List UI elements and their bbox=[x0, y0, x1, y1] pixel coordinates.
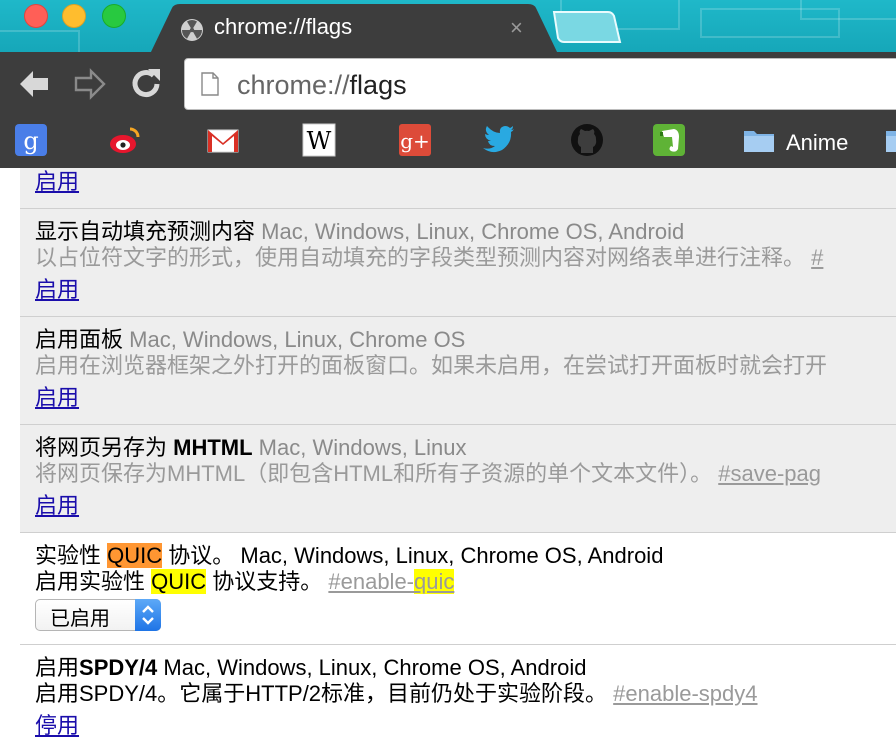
twitter-icon[interactable] bbox=[480, 123, 514, 157]
tab-title: chrome://flags bbox=[214, 14, 353, 39]
experiment-platforms: Mac, Windows, Linux, Chrome OS bbox=[129, 327, 466, 352]
gmail-icon[interactable] bbox=[206, 123, 240, 157]
tab-chrome-flags[interactable]: chrome://flags × bbox=[150, 4, 558, 52]
bookmarks-bar: g W g+ Anime bbox=[0, 118, 896, 168]
radiation-icon bbox=[180, 18, 204, 42]
forward-arrow-icon[interactable] bbox=[72, 66, 108, 102]
experiment-name: 将网页另存为 MHTML bbox=[35, 435, 253, 460]
github-icon[interactable] bbox=[570, 123, 604, 157]
experiment-platforms: Mac, Windows, Linux, Chrome OS, Android bbox=[163, 655, 587, 680]
folder-icon[interactable] bbox=[742, 123, 776, 157]
experiment-select[interactable]: 已启用 bbox=[35, 599, 161, 631]
address-bar[interactable]: chrome://flags bbox=[184, 58, 896, 110]
experiment-description: 启用SPDY/4。它属于HTTP/2标准，目前仍处于实验阶段。 bbox=[35, 681, 608, 706]
enable-link[interactable]: 启用 bbox=[35, 493, 79, 518]
experiment-platforms: Mac, Windows, Linux, Chrome OS, Android bbox=[261, 219, 685, 244]
experiment-item: 将网页另存为 MHTML Mac, Windows, Linux 将网页保存为M… bbox=[20, 425, 896, 533]
title-bar: chrome://flags × bbox=[0, 0, 896, 52]
experiment-platforms: Mac, Windows, Linux bbox=[258, 435, 467, 460]
experiment-item: 启用 bbox=[20, 168, 896, 209]
experiment-name: 实验性 QUIC 协议。 bbox=[35, 543, 235, 568]
window-minimize-button[interactable] bbox=[62, 4, 86, 28]
folder-icon[interactable] bbox=[884, 123, 896, 157]
enable-link[interactable]: 启用 bbox=[35, 385, 79, 410]
chevron-up-down-icon bbox=[135, 599, 161, 631]
experiment-description: 启用在浏览器框架之外打开的面板窗口。如果未启用，在尝试打开面板时就会打开 bbox=[35, 353, 828, 378]
url-text: chrome://flags bbox=[237, 70, 407, 100]
select-value: 已启用 bbox=[50, 608, 110, 630]
bookmark-folder-anime[interactable]: Anime bbox=[786, 130, 848, 156]
experiment-item: 显示自动填充预测内容 Mac, Windows, Linux, Chrome O… bbox=[20, 209, 896, 317]
evernote-icon[interactable] bbox=[652, 123, 686, 157]
experiment-description: 启用实验性 QUIC 协议支持。 bbox=[35, 569, 323, 594]
experiment-name: 启用面板 bbox=[35, 327, 124, 352]
experiment-item: 实验性 QUIC 协议。 Mac, Windows, Linux, Chrome… bbox=[20, 533, 896, 645]
enable-link[interactable]: 启用 bbox=[35, 169, 79, 194]
experiment-permalink[interactable]: #save-pag bbox=[718, 461, 821, 486]
experiment-item: 启用SPDY/4 Mac, Windows, Linux, Chrome OS,… bbox=[20, 645, 896, 754]
disable-link[interactable]: 停用 bbox=[35, 713, 79, 738]
google-plus-icon[interactable]: g+ bbox=[398, 123, 432, 157]
new-tab-button[interactable] bbox=[552, 10, 622, 44]
enable-link[interactable]: 启用 bbox=[35, 277, 79, 302]
experiment-item: 启用面板 Mac, Windows, Linux, Chrome OS 启用在浏… bbox=[20, 317, 896, 425]
window-maximize-button[interactable] bbox=[102, 4, 126, 28]
wikipedia-icon[interactable]: W bbox=[302, 123, 336, 157]
experiment-platforms: Mac, Windows, Linux, Chrome OS, Android bbox=[240, 543, 664, 568]
svg-text:g+: g+ bbox=[400, 129, 430, 153]
experiment-name: 显示自动填充预测内容 bbox=[35, 219, 256, 244]
experiment-permalink[interactable]: # bbox=[811, 245, 823, 270]
back-arrow-icon[interactable] bbox=[16, 66, 52, 102]
experiment-description: 将网页保存为MHTML（即包含HTML和所有子资源的单个文本文件）。 bbox=[35, 461, 713, 486]
reload-icon[interactable] bbox=[128, 66, 164, 102]
flags-page: 启用 显示自动填充预测内容 Mac, Windows, Linux, Chrom… bbox=[0, 168, 896, 754]
svg-text:g: g bbox=[23, 127, 38, 155]
page-icon bbox=[201, 72, 219, 96]
google-icon[interactable]: g bbox=[14, 123, 48, 157]
tab-close-icon[interactable]: × bbox=[510, 16, 523, 40]
browser-toolbar: chrome://flags bbox=[0, 52, 896, 118]
experiment-name: 启用SPDY/4 bbox=[35, 655, 158, 680]
weibo-icon[interactable] bbox=[108, 123, 142, 157]
experiment-permalink[interactable]: #enable-spdy4 bbox=[613, 681, 757, 706]
svg-text:W: W bbox=[307, 127, 332, 155]
experiment-permalink[interactable]: #enable-quic bbox=[328, 569, 455, 594]
window-close-button[interactable] bbox=[24, 4, 48, 28]
experiment-description: 以占位符文字的形式，使用自动填充的字段类型预测内容对网络表单进行注释。 bbox=[35, 245, 806, 270]
